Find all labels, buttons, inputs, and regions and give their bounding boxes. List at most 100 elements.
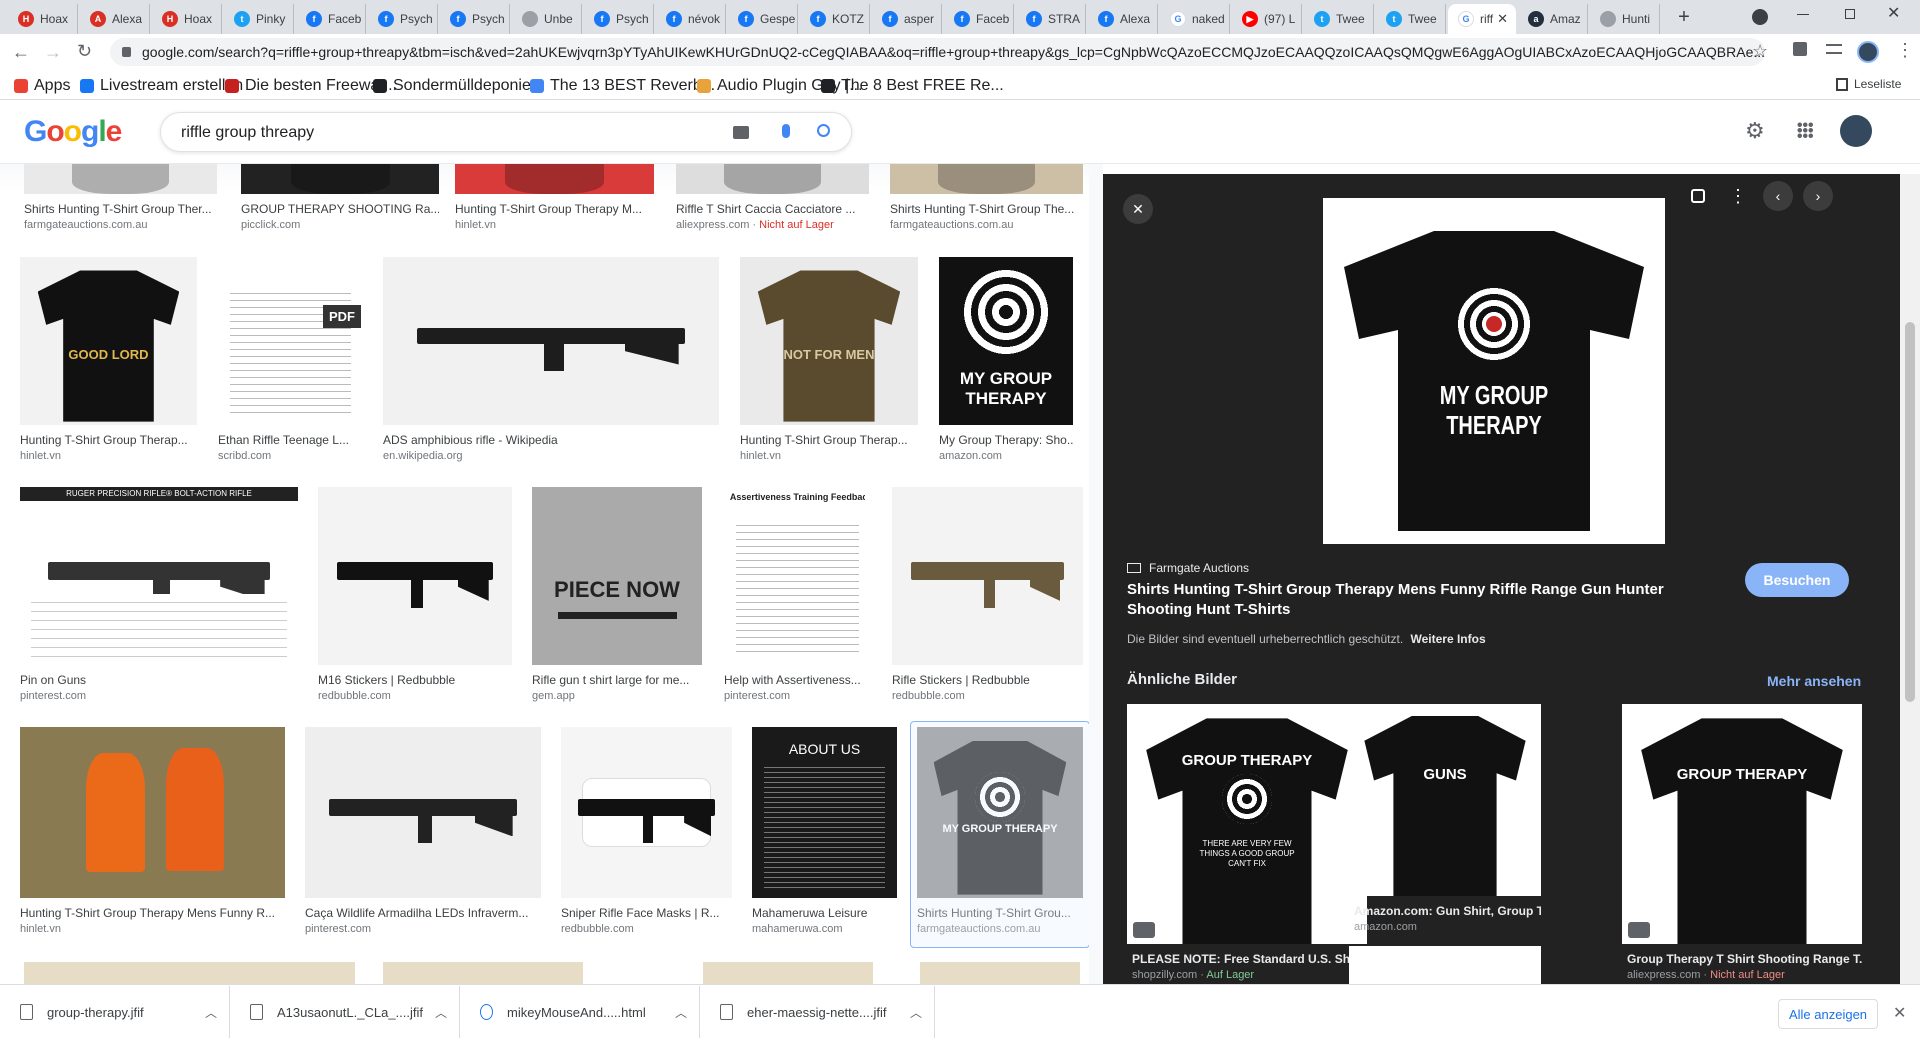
browser-tab[interactable]: a Amaz: [1518, 4, 1588, 34]
related-thumbnail[interactable]: GUNS: [1349, 704, 1541, 896]
result-caption[interactable]: Hunting T-Shirt Group Therap...: [20, 433, 197, 447]
reading-list[interactable]: Leseliste: [1836, 77, 1901, 91]
chevron-up-icon[interactable]: ︿: [205, 1004, 217, 1021]
browser-tab[interactable]: f Alexa: [1088, 4, 1158, 34]
result-caption[interactable]: Pin on Guns: [20, 673, 298, 687]
browser-tab[interactable]: f asper: [872, 4, 942, 34]
related-caption[interactable]: Amazon.com: Gun Shirt, Group Therapy ...: [1354, 904, 1541, 918]
result-thumbnail[interactable]: PIECE NOW: [532, 487, 702, 665]
apps-grid-icon[interactable]: [1797, 122, 1813, 138]
result-caption[interactable]: Help with Assertiveness...: [724, 673, 871, 687]
show-all-downloads-button[interactable]: Alle anzeigen: [1778, 999, 1878, 1029]
result-caption[interactable]: Shirts Hunting T-Shirt Group Ther...: [24, 202, 217, 216]
result-caption[interactable]: Hunting T-Shirt Group Therapy M...: [455, 202, 654, 216]
google-logo[interactable]: Google: [24, 115, 122, 149]
browser-tab[interactable]: f Gespe: [728, 4, 798, 34]
related-thumbnail[interactable]: GROUP THERAPY: [1622, 704, 1862, 944]
visit-button[interactable]: Besuchen: [1745, 563, 1849, 597]
panel-scroll-thumb[interactable]: [1905, 322, 1915, 702]
browser-tab[interactable]: f Faceb: [944, 4, 1014, 34]
search-box[interactable]: riffle group threapy: [160, 112, 852, 152]
result-thumbnail[interactable]: ABOUT US: [752, 727, 897, 898]
download-item[interactable]: mikeyMouseAnd.....html ︿: [470, 986, 700, 1038]
preview-source[interactable]: Farmgate Auctions: [1127, 561, 1249, 575]
browser-menu-icon[interactable]: ⋮: [1896, 40, 1914, 61]
browser-tab[interactable]: Griff ✕: [1448, 4, 1516, 34]
close-downloads-icon[interactable]: ✕: [1893, 1003, 1906, 1023]
result-caption[interactable]: ADS amphibious rifle - Wikipedia: [383, 433, 719, 447]
more-options-icon[interactable]: ⋮: [1723, 181, 1753, 211]
result-thumbnail[interactable]: [318, 487, 512, 665]
result-caption[interactable]: Riffle T Shirt Caccia Cacciatore ...: [676, 202, 869, 216]
browser-tab[interactable]: t Twee: [1376, 4, 1446, 34]
result-thumbnail[interactable]: [920, 962, 1080, 984]
extensions-icon[interactable]: [1793, 42, 1807, 56]
result-thumbnail[interactable]: [561, 727, 732, 898]
bookmark-item[interactable]: The 13 BEST Reverb...: [530, 77, 715, 95]
bookmark-item[interactable]: Apps: [14, 77, 70, 95]
bookmark-star-icon[interactable]: ☆: [1752, 41, 1768, 62]
result-caption[interactable]: Shirts Hunting T-Shirt Group The...: [890, 202, 1083, 216]
close-preview-icon[interactable]: ✕: [1123, 194, 1153, 224]
settings-gear-icon[interactable]: ⚙: [1745, 118, 1765, 144]
result-thumbnail[interactable]: [890, 164, 1083, 194]
browser-tab[interactable]: f Psych: [584, 4, 654, 34]
result-caption[interactable]: Hunting T-Shirt Group Therapy Mens Funny…: [20, 906, 285, 920]
chevron-up-icon[interactable]: ︿: [435, 1004, 447, 1021]
browser-tab[interactable]: H Hoax: [8, 4, 78, 34]
bookmark-item[interactable]: Livestream erstellen: [80, 77, 243, 95]
browser-tab[interactable]: t Pinky: [224, 4, 294, 34]
result-thumbnail[interactable]: [24, 962, 217, 984]
browser-tab[interactable]: Unbe: [512, 4, 582, 34]
previous-image-icon[interactable]: ‹: [1763, 181, 1793, 211]
related-caption[interactable]: PLEASE NOTE: Free Standard U.S. Shipp...: [1132, 952, 1367, 966]
search-icon[interactable]: [817, 124, 830, 137]
results-scrollbar[interactable]: [1089, 164, 1103, 984]
download-item[interactable]: A13usaonutL._CLa_....jfif ︿: [240, 986, 460, 1038]
minimize-button[interactable]: [1797, 14, 1809, 15]
browser-tab[interactable]: Gnaked: [1160, 4, 1230, 34]
bookmark-item[interactable]: The 8 Best FREE Re...: [821, 77, 1004, 95]
bookmark-item[interactable]: Die besten Freewar...: [225, 77, 397, 95]
result-thumbnail[interactable]: Assertiveness Training Feedback Chart: [724, 487, 871, 665]
result-thumbnail[interactable]: [892, 487, 1083, 665]
result-thumbnail[interactable]: PDF: [218, 257, 363, 425]
result-caption[interactable]: Mahameruwa Leisure: [752, 906, 897, 920]
result-thumbnail[interactable]: [205, 962, 355, 984]
result-caption[interactable]: Hunting T-Shirt Group Therap...: [740, 433, 918, 447]
result-caption[interactable]: Ethan Riffle Teenage L...: [218, 433, 363, 447]
profile-avatar[interactable]: [1857, 41, 1879, 63]
result-thumbnail[interactable]: [24, 164, 217, 194]
lens-icon[interactable]: [1683, 181, 1713, 211]
result-thumbnail[interactable]: GOOD LORD: [20, 257, 197, 425]
result-caption[interactable]: Caça Wildlife Armadilha LEDs Infraverm..…: [305, 906, 541, 920]
bookmark-item[interactable]: Sondermülldeponie...: [373, 77, 544, 95]
result-thumbnail[interactable]: MY GROUP THERAPY: [939, 257, 1073, 425]
camera-icon[interactable]: [733, 126, 749, 139]
see-more-link[interactable]: Mehr ansehen: [1767, 673, 1861, 689]
result-caption[interactable]: My Group Therapy: Sho...: [939, 433, 1073, 447]
reload-icon[interactable]: ↻: [77, 41, 92, 62]
result-thumbnail[interactable]: [455, 164, 654, 194]
new-tab-button[interactable]: +: [1672, 6, 1696, 30]
download-item[interactable]: eher-maessig-nette....jfif ︿: [710, 986, 935, 1038]
download-item[interactable]: group-therapy.jfif ︿: [10, 986, 230, 1038]
browser-tab[interactable]: H Hoax: [152, 4, 222, 34]
tab-search-icon[interactable]: [1752, 9, 1768, 25]
result-thumbnail[interactable]: RUGER PRECISION RIFLE® BOLT-ACTION RIFLE: [20, 487, 298, 665]
result-thumbnail[interactable]: NOT FOR MEN: [740, 257, 918, 425]
browser-tab[interactable]: f KOTZ: [800, 4, 870, 34]
result-caption[interactable]: GROUP THERAPY SHOOTING Ra...: [241, 202, 439, 216]
preview-title[interactable]: Shirts Hunting T-Shirt Group Therapy Men…: [1127, 580, 1727, 620]
result-thumbnail[interactable]: [676, 164, 869, 194]
result-thumbnail[interactable]: [20, 727, 285, 898]
preview-image[interactable]: MY GROUP THERAPY: [1323, 198, 1665, 544]
result-caption[interactable]: Rifle Stickers | Redbubble: [892, 673, 1083, 687]
maximize-button[interactable]: [1845, 9, 1855, 19]
result-caption[interactable]: M16 Stickers | Redbubble: [318, 673, 512, 687]
chevron-up-icon[interactable]: ︿: [675, 1004, 687, 1021]
result-thumbnail[interactable]: [305, 727, 541, 898]
microphone-icon[interactable]: [782, 124, 790, 138]
result-caption[interactable]: Rifle gun t shirt large for me...: [532, 673, 702, 687]
browser-tab[interactable]: f Faceb: [296, 4, 366, 34]
